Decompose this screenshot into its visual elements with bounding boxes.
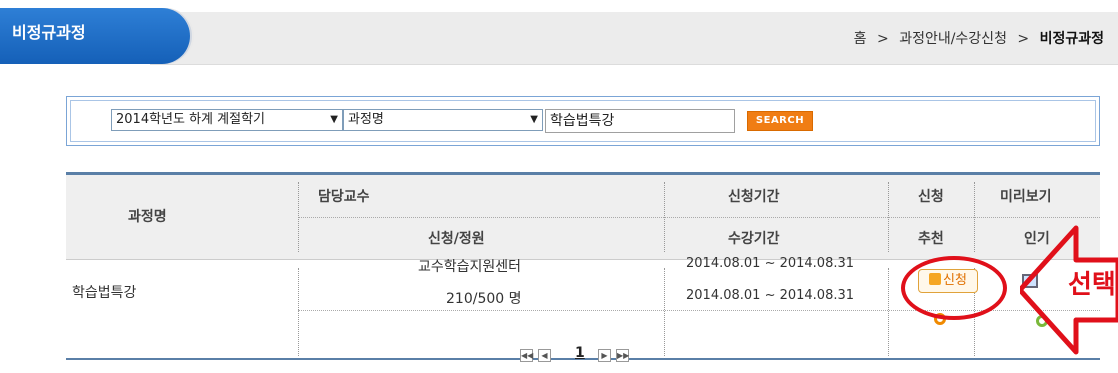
header-applied-capacity: 신청/정원 (428, 231, 485, 247)
keyword-input[interactable]: 학습법특강 (545, 109, 735, 133)
header-divider (298, 217, 1100, 218)
chevron-down-icon: ▼ (530, 114, 538, 125)
field-select-value: 과정명 (348, 112, 384, 127)
field-select[interactable]: 과정명 ▼ (343, 109, 543, 131)
page-title: 비정규과정 (0, 8, 190, 64)
term-select[interactable]: 2014학년도 하계 계절학기 ▼ (111, 109, 343, 131)
breadcrumb-current: 비정규과정 (1039, 31, 1104, 47)
page-header: 비정규과정 홈 > 과정안내/수강신청 > 비정규과정 (0, 8, 1118, 65)
breadcrumb: 홈 > 과정안내/수강신청 > 비정규과정 (854, 28, 1104, 48)
column-divider (888, 182, 889, 252)
header-preview: 미리보기 (1000, 189, 1052, 205)
breadcrumb-section[interactable]: 과정안내/수강신청 (899, 31, 1007, 47)
breadcrumb-home[interactable]: 홈 (854, 31, 867, 47)
column-divider (298, 268, 299, 356)
breadcrumb-separator: > (1017, 31, 1030, 47)
annotation-label: 선택 (1068, 270, 1116, 300)
highlight-circle (901, 256, 1007, 320)
search-panel: 2014학년도 하계 계절학기 ▼ 과정명 ▼ 학습법특강 SEARCH (66, 96, 1100, 146)
study-period-cell: 2014.08.01 ~ 2014.08.31 (686, 288, 855, 303)
header-apply-period: 신청기간 (728, 189, 780, 205)
chevron-down-icon: ▼ (330, 114, 338, 125)
column-divider (664, 268, 665, 356)
header-professor: 담당교수 (318, 189, 370, 205)
prev-page-icon[interactable]: ◀ (538, 349, 551, 362)
column-divider (974, 182, 975, 252)
breadcrumb-separator: > (877, 31, 889, 47)
last-page-icon[interactable]: ▶▶ (616, 349, 629, 362)
first-page-icon[interactable]: ◀◀ (520, 349, 533, 362)
professor-cell: 교수학습지원센터 (418, 259, 522, 275)
header-course-name: 과정명 (128, 209, 167, 225)
course-name-cell[interactable]: 학습법특강 (72, 282, 136, 302)
header-apply: 신청 (918, 189, 944, 205)
page-number[interactable]: 1 (575, 345, 585, 361)
apply-period-cell: 2014.08.01 ~ 2014.08.31 (686, 256, 855, 271)
column-divider (298, 182, 299, 252)
search-button[interactable]: SEARCH (747, 111, 813, 131)
header-study-period: 수강기간 (728, 231, 780, 247)
header-recommend: 추천 (918, 231, 944, 247)
applied-capacity-cell: 210/500 명 (446, 291, 522, 307)
next-page-icon[interactable]: ▶ (598, 349, 611, 362)
column-divider (664, 182, 665, 252)
term-select-value: 2014학년도 하계 계절학기 (116, 112, 265, 127)
column-divider (888, 268, 889, 356)
